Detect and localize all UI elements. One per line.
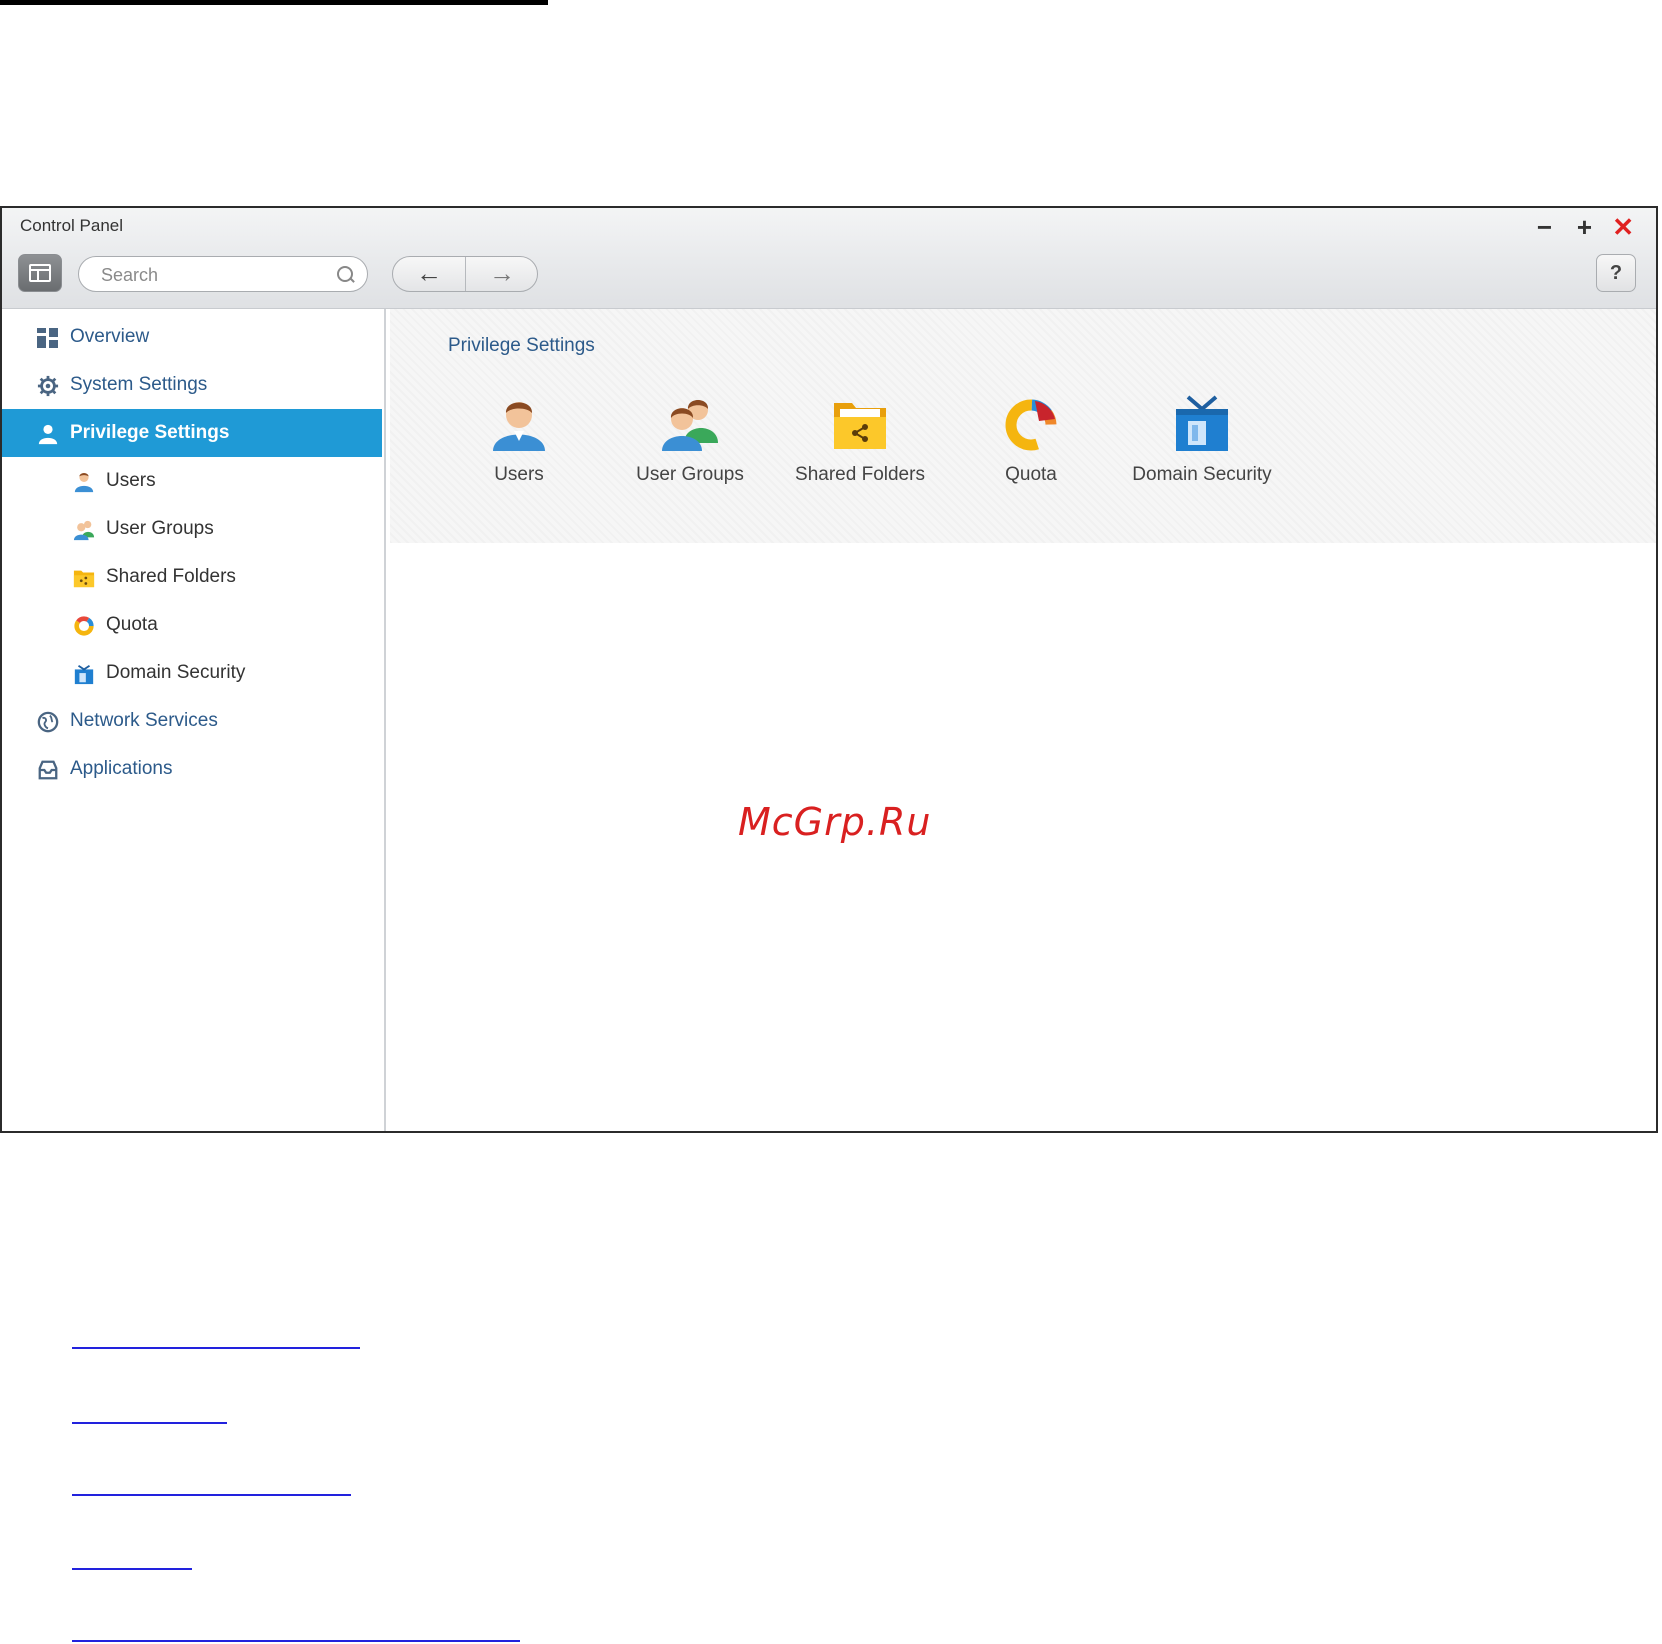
sidebar-item-user-groups[interactable]: User Groups	[2, 505, 382, 553]
sidebar-item-label: User Groups	[106, 518, 214, 539]
sidebar-item-domain-security[interactable]: Domain Security	[2, 649, 382, 697]
toggle-sidebar-button[interactable]	[18, 254, 62, 292]
privilege-panel: Privilege Settings Users User Groups Sha…	[390, 309, 1656, 543]
tile-quota[interactable]: Quota	[946, 395, 1116, 486]
user-icon	[74, 472, 94, 493]
tile-label: User Groups	[636, 464, 744, 485]
domain-security-icon	[74, 664, 94, 685]
main-content: Privilege Settings Users User Groups Sha…	[386, 309, 1656, 1131]
back-button[interactable]: ←	[393, 257, 466, 291]
gear-icon	[37, 375, 59, 397]
globe-icon	[37, 711, 59, 733]
search-input[interactable]	[99, 263, 333, 287]
user-icon	[493, 402, 545, 451]
tile-label: Shared Folders	[795, 464, 925, 485]
close-button[interactable]: ✕	[1612, 214, 1634, 240]
applications-icon	[38, 760, 58, 780]
tile-user-groups[interactable]: User Groups	[605, 395, 775, 486]
quota-icon	[1005, 399, 1057, 451]
minimize-button[interactable]: −	[1537, 214, 1552, 240]
sidebar-item-users[interactable]: Users	[2, 457, 382, 505]
watermark: McGrp.Ru	[738, 800, 932, 844]
forward-button[interactable]: →	[466, 257, 538, 291]
section-title: Privilege Settings	[448, 335, 595, 356]
sidebar-item-quota[interactable]: Quota	[2, 601, 382, 649]
maximize-button[interactable]: +	[1577, 214, 1592, 240]
link-underline[interactable]	[72, 1347, 360, 1349]
search-box[interactable]	[78, 256, 368, 292]
domain-security-icon	[1176, 395, 1228, 451]
control-panel-window: Control Panel − + ✕ ← → ? Overview	[0, 206, 1658, 1133]
user-icon	[38, 424, 58, 445]
sidebar-item-network-services[interactable]: Network Services	[2, 697, 382, 745]
shared-folder-icon	[73, 570, 95, 588]
sidebar-item-label: Overview	[70, 326, 150, 347]
sidebar-item-label: System Settings	[70, 374, 208, 395]
shared-folder-icon	[834, 403, 886, 449]
user-group-icon	[662, 400, 718, 451]
tile-label: Domain Security	[1132, 464, 1272, 485]
title-bar: Control Panel − + ✕ ← → ?	[2, 208, 1656, 309]
tile-domain-security[interactable]: Domain Security	[1117, 395, 1287, 486]
user-group-icon	[73, 520, 95, 541]
sidebar-item-label: Users	[106, 470, 156, 491]
sidebar-item-label: Shared Folders	[106, 566, 236, 587]
help-button[interactable]: ?	[1596, 254, 1636, 292]
sidebar-item-label: Applications	[70, 758, 173, 779]
tile-users[interactable]: Users	[434, 395, 604, 486]
overview-icon	[37, 328, 58, 348]
quota-icon	[74, 616, 94, 636]
sidebar-item-label: Privilege Settings	[70, 422, 230, 443]
sidebar-item-privilege-settings[interactable]: Privilege Settings	[2, 409, 382, 457]
sidebar-item-shared-folders[interactable]: Shared Folders	[2, 553, 382, 601]
top-rule	[0, 0, 548, 5]
window-title: Control Panel	[20, 216, 124, 235]
sidebar-item-system-settings[interactable]: System Settings	[2, 361, 382, 409]
link-underline[interactable]	[72, 1568, 192, 1570]
tile-label: Quota	[1005, 464, 1057, 485]
link-underline[interactable]	[72, 1422, 227, 1424]
history-nav: ← →	[392, 256, 538, 292]
tile-shared-folders[interactable]: Shared Folders	[775, 395, 945, 486]
link-underline[interactable]	[72, 1494, 351, 1496]
sidebar-item-label: Quota	[106, 614, 158, 635]
sidebar-item-overview[interactable]: Overview	[2, 313, 382, 361]
sidebar-item-label: Network Services	[70, 710, 218, 731]
tile-label: Users	[494, 464, 544, 485]
sidebar-item-applications[interactable]: Applications	[2, 745, 382, 793]
sidebar-item-label: Domain Security	[106, 662, 246, 683]
link-underline[interactable]	[72, 1640, 520, 1642]
layout-icon	[29, 264, 51, 282]
search-icon[interactable]	[337, 266, 353, 282]
sidebar: Overview System Settings Privilege Setti…	[2, 309, 386, 1131]
